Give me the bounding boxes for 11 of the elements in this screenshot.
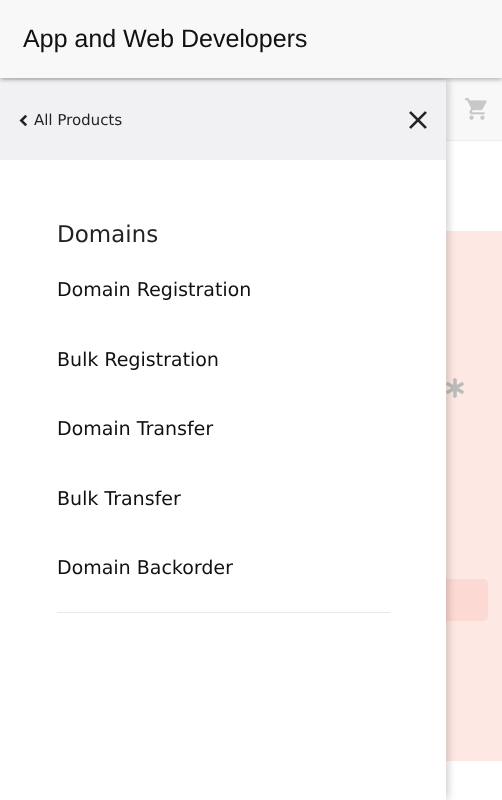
section-heading: Domains <box>57 222 160 248</box>
menu-item[interactable]: Domain Backorder <box>57 556 390 626</box>
menu-item[interactable]: Domain Transfer <box>57 417 390 486</box>
asterisk-icon <box>445 378 465 398</box>
back-link[interactable]: All Products <box>19 111 122 129</box>
close-icon[interactable] <box>408 110 428 130</box>
menu-item[interactable]: Bulk Registration <box>57 348 390 417</box>
menu-item[interactable]: Domain Registration <box>57 278 390 348</box>
menu-item[interactable]: Bulk Transfer <box>57 486 390 556</box>
chevron-left-icon <box>19 114 28 126</box>
app-title: App and Web Developers <box>23 24 308 54</box>
